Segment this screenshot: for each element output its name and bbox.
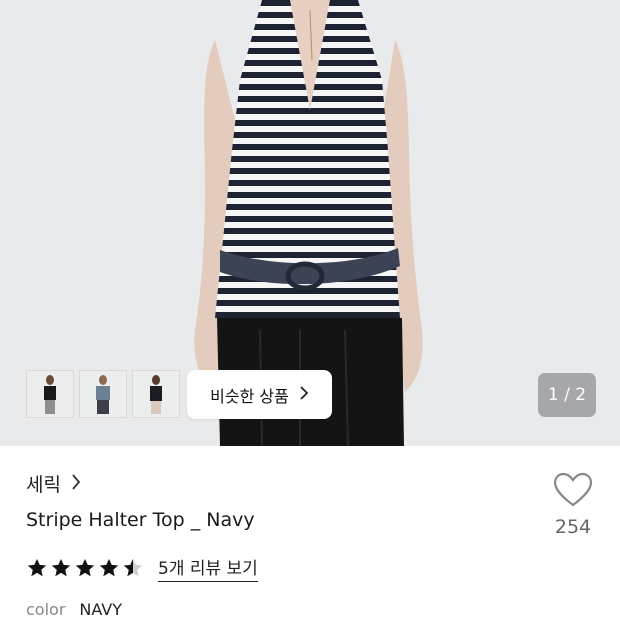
thumbnail-strip (26, 370, 180, 418)
product-title: Stripe Halter Top _ Navy (26, 509, 255, 531)
similar-products-label: 비슷한 상품 (210, 386, 289, 406)
heart-outline-icon (553, 472, 593, 507)
rating-row: 5개 리뷰 보기 (26, 554, 258, 582)
thumbnail-3[interactable] (132, 370, 180, 418)
star-filled-icon (99, 558, 119, 577)
brand-name: 세릭 (26, 474, 61, 496)
like-button[interactable]: 254 (548, 472, 598, 538)
review-link[interactable]: 5개 리뷰 보기 (158, 554, 258, 582)
color-row: color NAVY (26, 600, 122, 619)
star-half-icon (123, 558, 143, 577)
thumbnail-2[interactable] (79, 370, 127, 418)
star-filled-icon (51, 558, 71, 577)
like-count: 254 (554, 516, 592, 538)
brand-link[interactable]: 세릭 (26, 470, 81, 497)
product-image-carousel[interactable]: 비슷한 상품 1 / 2 (0, 0, 620, 446)
star-filled-icon (75, 558, 95, 577)
similar-products-button[interactable]: 비슷한 상품 (187, 370, 332, 419)
image-pager: 1 / 2 (538, 373, 596, 417)
star-filled-icon (27, 558, 47, 577)
thumbnail-1[interactable] (26, 370, 74, 418)
color-label: color (26, 600, 66, 619)
chevron-right-icon (299, 385, 309, 405)
chevron-right-icon (71, 473, 81, 495)
color-value: NAVY (79, 600, 123, 619)
